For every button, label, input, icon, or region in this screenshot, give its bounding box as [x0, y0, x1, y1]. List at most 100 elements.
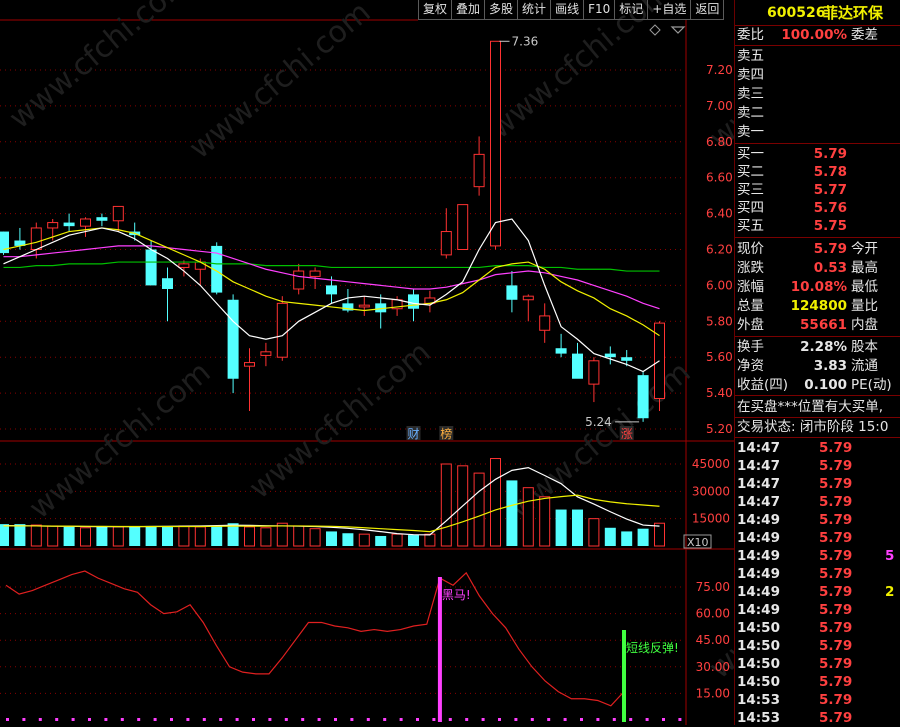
indicator-baseline-dot [170, 718, 173, 721]
candle-body[interactable] [522, 295, 534, 301]
candle-body[interactable] [47, 222, 59, 229]
candle-body[interactable] [473, 153, 485, 188]
stat-row: 外盘 55661 内盘 [735, 316, 900, 334]
volume-bar[interactable] [129, 526, 141, 546]
volume-bar[interactable] [244, 526, 255, 547]
toolbar-button-8[interactable]: 返回 [691, 0, 725, 20]
volume-bar[interactable] [424, 533, 436, 547]
volume-bar[interactable] [539, 496, 551, 547]
candle-body[interactable] [194, 261, 206, 270]
volume-bar[interactable] [358, 533, 370, 547]
toolbar-button-1[interactable]: 叠加 [452, 0, 486, 20]
candle-body[interactable] [244, 362, 255, 367]
indicator-baseline-dot [448, 718, 452, 721]
volume-bar[interactable] [637, 528, 649, 546]
volume-bar[interactable] [63, 526, 75, 546]
volume-bar[interactable] [162, 525, 173, 546]
toolbar-button-0[interactable]: 复权 [418, 0, 453, 20]
volume-bar[interactable] [506, 480, 518, 546]
candle-body[interactable] [326, 285, 337, 295]
volume-bar[interactable] [490, 458, 501, 547]
fundamental-row: 换手 2.28% 股本 [735, 338, 900, 356]
candle-body[interactable] [112, 205, 124, 222]
toolbar-button-5[interactable]: F10 [584, 0, 616, 20]
candle-body[interactable] [96, 217, 108, 221]
candle-body[interactable] [145, 249, 157, 286]
candle-body[interactable] [260, 351, 272, 356]
volume-bar[interactable] [96, 525, 108, 546]
sell-level-label: 卖四 [737, 67, 764, 83]
candle-body[interactable] [572, 353, 583, 379]
volume-bar[interactable] [572, 509, 583, 546]
volume-bar[interactable] [276, 522, 288, 547]
candle-body[interactable] [457, 204, 469, 250]
candle-body[interactable] [358, 304, 370, 308]
candle-body[interactable] [654, 322, 665, 399]
price-tick-label: 7.20 [706, 63, 733, 77]
candle-body[interactable] [604, 353, 616, 358]
toolbar-button-4[interactable]: 画线 [551, 0, 585, 20]
candle-body[interactable] [276, 302, 288, 358]
candle-body[interactable] [490, 40, 501, 247]
volume-bar[interactable] [440, 463, 452, 547]
candle-body[interactable] [80, 218, 91, 227]
volume-bar[interactable] [112, 526, 124, 547]
chart-area[interactable]: www.cfchi.comwww.cfchi.com www.cfchi.comw… [0, 0, 734, 725]
volume-bar[interactable] [326, 531, 337, 546]
candle-body[interactable] [293, 270, 305, 290]
volume-bar[interactable] [522, 487, 534, 547]
candle-body[interactable] [555, 348, 567, 354]
volume-bar[interactable] [604, 527, 616, 546]
volume-bar[interactable] [80, 527, 91, 547]
candle-body[interactable] [227, 299, 239, 379]
volume-bar[interactable] [309, 528, 321, 547]
fundamental-label-secondary: 股本 [851, 339, 878, 355]
candle-body[interactable] [440, 231, 452, 256]
volume-bar[interactable] [654, 522, 665, 547]
indicator-baseline-dot [350, 718, 354, 721]
candle-body[interactable] [621, 357, 633, 361]
candle-body[interactable] [539, 315, 551, 331]
volume-bar[interactable] [194, 526, 206, 547]
candle-body[interactable] [162, 278, 173, 289]
volume-bar[interactable] [555, 509, 567, 546]
candle-body[interactable] [408, 294, 419, 309]
candle-body[interactable] [506, 285, 518, 300]
candle-body[interactable] [63, 222, 75, 227]
volume-bar[interactable] [0, 524, 9, 546]
toolbar-button-2[interactable]: 多股 [485, 0, 519, 20]
volume-bar[interactable] [621, 531, 633, 546]
volume-bar[interactable] [391, 533, 403, 547]
volume-bar[interactable] [145, 525, 157, 546]
candle-body[interactable] [178, 263, 190, 268]
buy-level-row: 买四 5.76 [735, 199, 900, 217]
toolbar-button-3[interactable]: 统计 [518, 0, 552, 20]
price-tick-label: 6.60 [706, 171, 733, 185]
candle-body[interactable] [30, 227, 42, 251]
volume-bar[interactable] [211, 525, 223, 546]
volume-bar[interactable] [293, 525, 305, 547]
volume-bar[interactable] [178, 525, 190, 547]
volume-bar[interactable] [375, 535, 387, 546]
toolbar-button-6[interactable]: 标记 [615, 0, 649, 20]
candle-body[interactable] [588, 360, 600, 385]
volume-bar[interactable] [408, 535, 419, 546]
event-marker[interactable]: 涨 [621, 426, 633, 441]
event-marker[interactable]: 财 [407, 427, 419, 441]
volume-bar[interactable] [260, 527, 272, 547]
tick-time: 14:49 [737, 584, 780, 600]
sell-level-row: 卖一 [735, 123, 900, 141]
volume-bar[interactable] [47, 525, 59, 547]
toolbar-button-7[interactable]: +自选 [648, 0, 692, 20]
volume-bar[interactable] [588, 518, 600, 547]
stat-row: 总量 124800 量比 [735, 297, 900, 315]
volume-bar[interactable] [473, 472, 485, 547]
candle-body[interactable] [309, 270, 321, 277]
indicator-baseline-dot [88, 718, 91, 721]
candle-body[interactable] [637, 375, 649, 419]
price-tick-label: 5.60 [706, 350, 733, 364]
volume-bar[interactable] [342, 533, 354, 546]
volume-bar[interactable] [14, 524, 26, 546]
volume-bar[interactable] [30, 524, 42, 547]
event-marker[interactable]: 榜 [440, 426, 452, 441]
